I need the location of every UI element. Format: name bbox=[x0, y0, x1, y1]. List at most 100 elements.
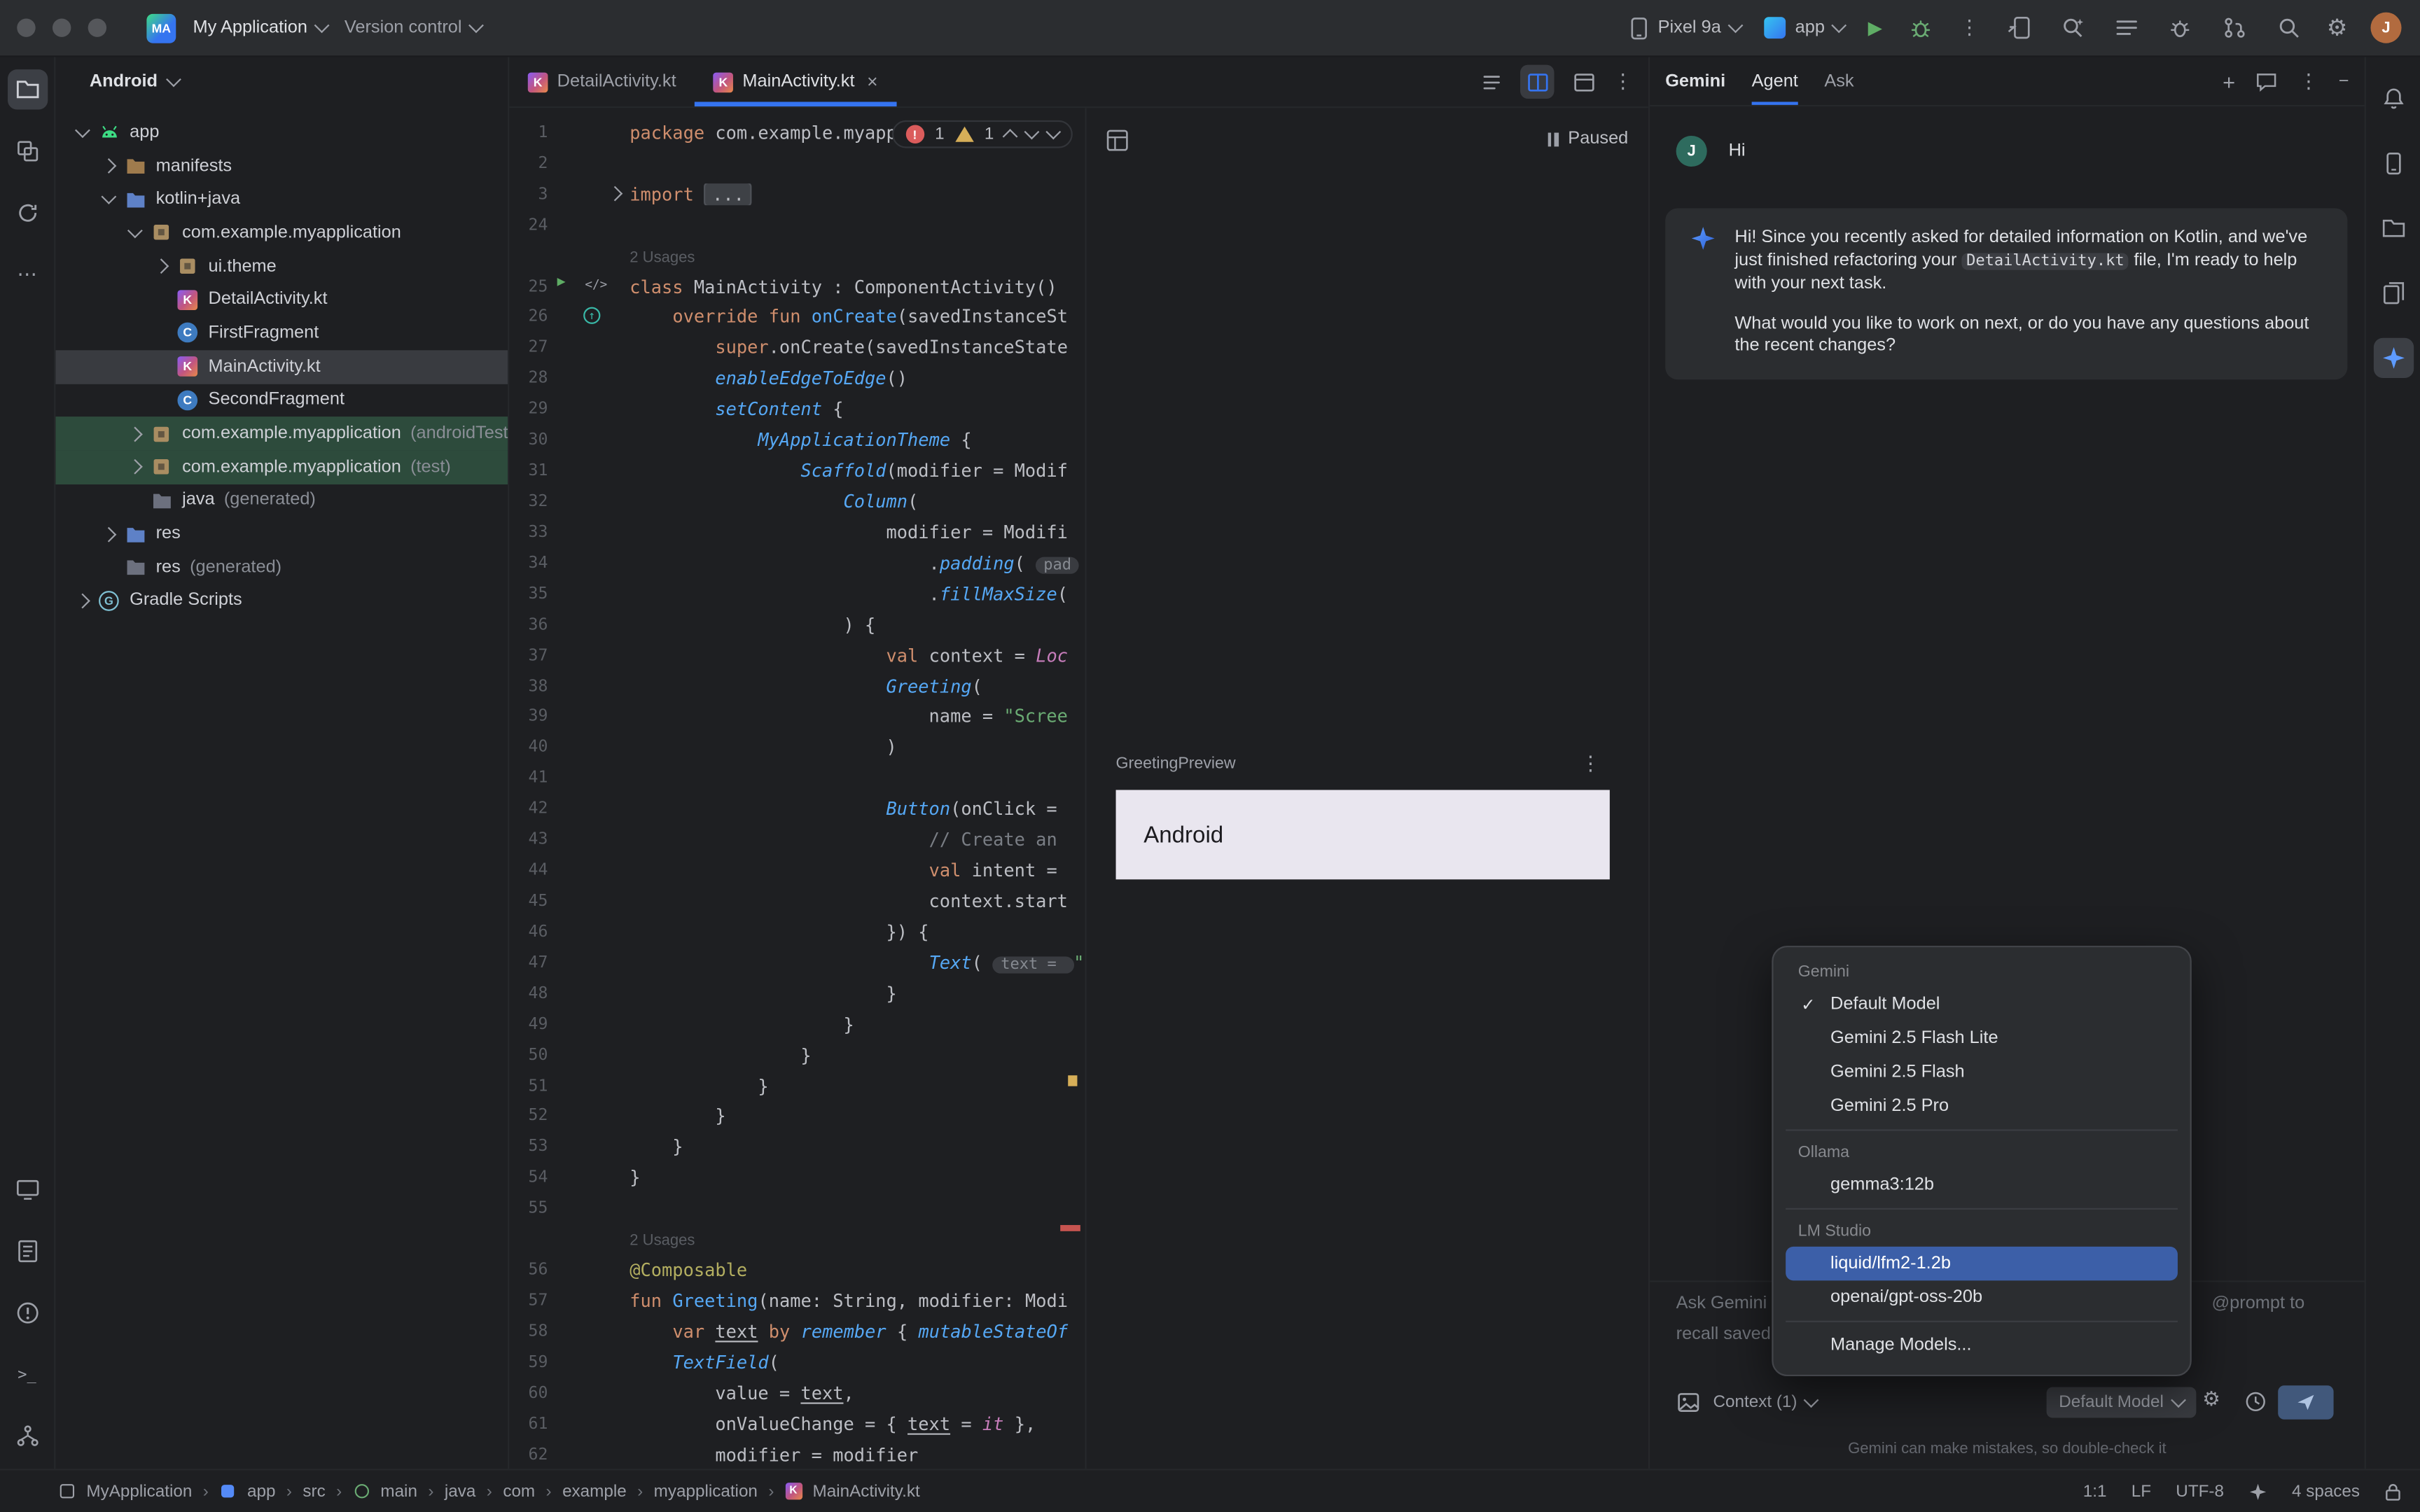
tree-chevron-icon[interactable] bbox=[127, 426, 143, 442]
next-issue-icon[interactable] bbox=[1024, 125, 1040, 140]
code-line[interactable]: 50 } bbox=[509, 1040, 1085, 1070]
code-line[interactable]: 29 setContent { bbox=[509, 394, 1085, 425]
code-line[interactable]: 52 } bbox=[509, 1101, 1085, 1132]
logcat-tool-button[interactable] bbox=[7, 1231, 47, 1271]
preview-layout-icon[interactable] bbox=[1105, 128, 1129, 153]
chevron-down-icon[interactable] bbox=[1045, 125, 1061, 140]
prompt-input-line2[interactable]: recall saved bbox=[1676, 1325, 1771, 1343]
tree-item-detailactivity-kt[interactable]: KDetailActivity.kt bbox=[55, 283, 508, 316]
editor-options-kebab[interactable]: ⋮ bbox=[1613, 69, 1633, 94]
code-line[interactable]: 35 .fillMaxSize( bbox=[509, 578, 1085, 609]
code-line[interactable]: 53 } bbox=[509, 1132, 1085, 1163]
code-line[interactable]: 42 Button(onClick = bbox=[509, 794, 1085, 825]
code-line[interactable]: 30 MyApplicationTheme { bbox=[509, 425, 1085, 456]
breadcrumb-item[interactable]: MyApplication bbox=[86, 1482, 192, 1500]
line-ending[interactable]: LF bbox=[2132, 1482, 2151, 1500]
gemini-settings-icon[interactable]: ⚙ bbox=[2202, 1389, 2220, 1412]
tab-detailactivity[interactable]: K DetailActivity.kt bbox=[509, 57, 695, 107]
tree-item-com-example-myapplication[interactable]: com.example.myapplication bbox=[55, 216, 508, 250]
fold-chevron-icon[interactable] bbox=[607, 186, 623, 201]
tree-item-res-generated[interactable]: res (generated) bbox=[55, 551, 508, 584]
code-line[interactable]: 33 modifier = Modifi bbox=[509, 517, 1085, 547]
send-button[interactable] bbox=[2278, 1385, 2333, 1419]
project-menu[interactable]: My Application bbox=[193, 18, 328, 36]
todo-list-icon[interactable] bbox=[2110, 13, 2141, 43]
tree-chevron-icon[interactable] bbox=[101, 190, 116, 205]
code-line[interactable]: 39 name = "Scree bbox=[509, 701, 1085, 732]
code-line[interactable]: 43 // Create an bbox=[509, 824, 1085, 855]
file-reference-chip[interactable]: DetailActivity.kt bbox=[1961, 252, 2129, 269]
code-line[interactable]: 31 Scaffold(modifier = Modif bbox=[509, 456, 1085, 486]
tree-chevron-icon[interactable] bbox=[75, 594, 90, 609]
breadcrumb-item[interactable]: myapplication bbox=[654, 1482, 758, 1500]
code-line[interactable]: 47 Text( text = " bbox=[509, 947, 1085, 978]
error-stripe-mark[interactable] bbox=[1060, 1225, 1080, 1231]
markup-gutter-icon[interactable]: </> bbox=[585, 277, 607, 291]
tab-mainactivity[interactable]: K MainActivity.kt × bbox=[695, 57, 896, 107]
version-control-menu[interactable]: Version control bbox=[345, 18, 482, 36]
device-mirror-icon[interactable] bbox=[2003, 13, 2033, 43]
preview-options-kebab[interactable]: ⋮ bbox=[1580, 751, 1601, 776]
ai-status-icon[interactable] bbox=[2248, 1482, 2267, 1500]
code-line[interactable]: 38 Greeting( bbox=[509, 671, 1085, 701]
code-line[interactable]: 24 bbox=[509, 209, 1085, 240]
user-avatar[interactable]: J bbox=[2370, 13, 2401, 43]
code-view-icon[interactable] bbox=[1474, 65, 1508, 99]
tree-item-kotlin-java[interactable]: kotlin+java bbox=[55, 183, 508, 216]
build-problems-icon[interactable] bbox=[2164, 13, 2195, 43]
code-line[interactable]: 36 ) { bbox=[509, 609, 1085, 640]
code-line[interactable]: 40 ) bbox=[509, 732, 1085, 763]
model-selector-chip[interactable]: Default Model bbox=[2047, 1387, 2197, 1418]
tree-chevron-icon[interactable] bbox=[153, 259, 169, 274]
prompt-input-right[interactable]: @prompt to bbox=[2211, 1294, 2304, 1312]
code-line[interactable]: 25▶</>class MainActivity : ComponentActi… bbox=[509, 271, 1085, 302]
device-explorer-tool-button[interactable] bbox=[2373, 209, 2413, 248]
code-line[interactable]: 49 } bbox=[509, 1009, 1085, 1040]
ai-search-icon[interactable] bbox=[2057, 13, 2087, 43]
model-option-liquid-lfm2-1-2b[interactable]: liquid/lfm2-1.2b bbox=[1786, 1247, 2178, 1280]
run-gutter-icon[interactable]: ▶ bbox=[557, 276, 566, 290]
history-icon[interactable] bbox=[2244, 1390, 2267, 1413]
prev-issue-icon[interactable] bbox=[1003, 129, 1018, 144]
code-line[interactable]: 27 super.onCreate(savedInstanceState bbox=[509, 332, 1085, 363]
tree-item-gradle-scripts[interactable]: GGradle Scripts bbox=[55, 584, 508, 618]
search-icon[interactable] bbox=[2273, 13, 2304, 43]
more-tools-button[interactable]: ⋯ bbox=[7, 255, 47, 295]
model-option-manage-models[interactable]: Manage Models... bbox=[1786, 1329, 2178, 1362]
attach-image-icon[interactable] bbox=[1676, 1390, 1701, 1415]
code-line[interactable]: 34 .padding( pad bbox=[509, 547, 1085, 578]
debug-button[interactable] bbox=[1905, 13, 1936, 43]
notifications-bell-icon[interactable] bbox=[2373, 78, 2413, 118]
tree-item-manifests[interactable]: manifests bbox=[55, 149, 508, 183]
code-line[interactable]: 57fun Greeting(name: String, modifier: M… bbox=[509, 1285, 1085, 1316]
code-line[interactable]: 48 } bbox=[509, 978, 1085, 1009]
code-line[interactable]: 60 value = text, bbox=[509, 1378, 1085, 1408]
code-line[interactable]: 2 bbox=[509, 148, 1085, 178]
preview-canvas[interactable]: Android bbox=[1116, 790, 1610, 879]
tree-chevron-icon[interactable] bbox=[101, 158, 116, 174]
tree-item-app[interactable]: app bbox=[55, 115, 508, 149]
code-line[interactable]: 58 var text by remember { mutableStateOf bbox=[509, 1316, 1085, 1347]
code-editor[interactable]: 1package com.example.myappli23import ...… bbox=[509, 108, 1085, 1469]
version-control-tool-button[interactable] bbox=[7, 1416, 47, 1456]
code-line[interactable]: 62 modifier = modifier bbox=[509, 1439, 1085, 1469]
pages-tool-button[interactable] bbox=[2373, 273, 2413, 313]
code-line[interactable]: 41 bbox=[509, 763, 1085, 794]
model-option-default-model[interactable]: ✓Default Model bbox=[1786, 988, 2178, 1021]
tab-ask[interactable]: Ask bbox=[1824, 57, 1854, 105]
code-line[interactable]: 46 }) { bbox=[509, 916, 1085, 947]
tree-item-mainactivity-kt[interactable]: KMainActivity.kt bbox=[55, 350, 508, 384]
breadcrumb-item[interactable]: example bbox=[562, 1482, 627, 1500]
hide-panel-button[interactable]: − bbox=[2339, 71, 2349, 90]
breadcrumb-item[interactable]: MainActivity.kt bbox=[813, 1482, 920, 1500]
gemini-tool-button[interactable] bbox=[2373, 338, 2413, 378]
tree-item-res[interactable]: res bbox=[55, 517, 508, 551]
window-close-button[interactable] bbox=[17, 18, 35, 36]
code-line[interactable]: 56@Composable bbox=[509, 1254, 1085, 1285]
code-line[interactable]: 2 Usages bbox=[509, 240, 1085, 271]
warning-stripe-mark[interactable] bbox=[1068, 1075, 1077, 1086]
code-line[interactable]: 61 onValueChange = { text = it }, bbox=[509, 1408, 1085, 1439]
code-line[interactable]: 51 } bbox=[509, 1070, 1085, 1101]
code-line[interactable]: 28 enableEdgeToEdge() bbox=[509, 363, 1085, 394]
model-option-gemma3-12b[interactable]: gemma3:12b bbox=[1786, 1168, 2178, 1201]
